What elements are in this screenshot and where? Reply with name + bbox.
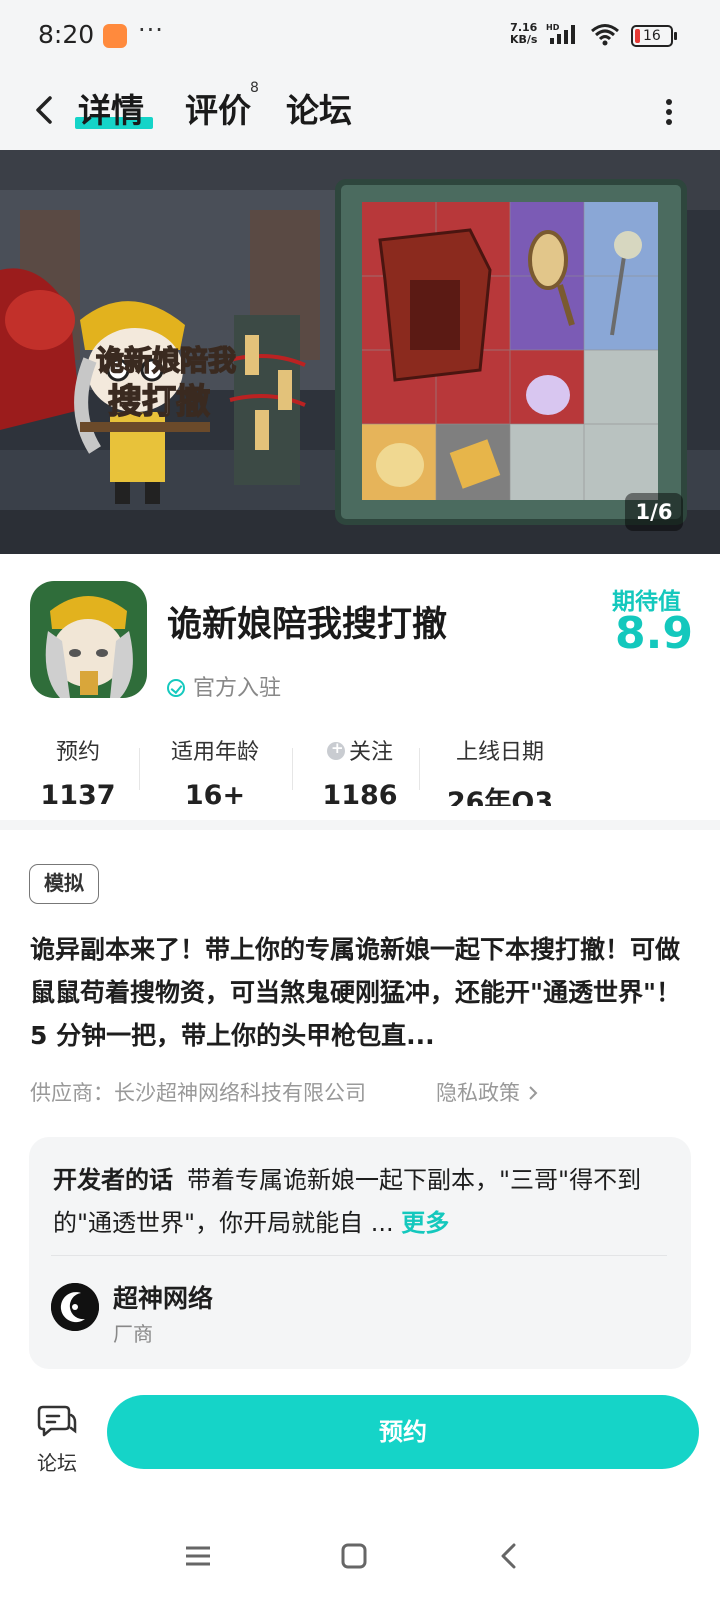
privacy-policy-link[interactable]: 隐私政策 — [436, 1077, 539, 1107]
genre-tag[interactable]: 模拟 — [29, 864, 99, 904]
banner-game-logo: 诡新娘陪我 搜打撤 — [88, 335, 258, 425]
developer-words[interactable]: 开发者的话 带着专属诡新娘一起下副本，"三哥"得不到的"通透世界"，你开局就能自 … — [53, 1159, 673, 1245]
carousel-page-indicator: 1/6 — [625, 493, 683, 531]
forum-button-label: 论坛 — [37, 1451, 77, 1475]
tab-reviews-count: 8 — [250, 80, 259, 96]
stat-value: 26年Q3 — [446, 787, 554, 806]
verified-label: 官方入驻 — [193, 676, 282, 701]
status-time: 8:20 — [38, 20, 95, 49]
forum-button[interactable]: 论坛 — [28, 1403, 86, 1483]
stat-followers[interactable]: 关注 1186 — [310, 734, 410, 806]
banner-logo-line2: 搜打撤 — [108, 382, 210, 422]
privacy-policy-label: 隐私政策 — [436, 1081, 520, 1105]
developer-avatar[interactable] — [51, 1283, 99, 1331]
banner-logo-line1: 诡新娘陪我 — [96, 344, 236, 377]
home-icon[interactable] — [340, 1542, 368, 1574]
expectation-score-value: 8.9 — [615, 608, 693, 659]
status-bar: 8:20 ··· 7.16 KB/s HD 16 — [0, 0, 720, 72]
game-description[interactable]: 诡异副本来了！带上你的专属诡新娘一起下本搜打撤！可做鼠鼠苟着搜物资，可当煞鬼硬刚… — [30, 928, 694, 1057]
developer-role: 厂商 — [113, 1322, 153, 1346]
stat-label: 预约 — [55, 740, 100, 765]
verified-badge: 官方入驻 — [167, 670, 281, 702]
screenshot-carousel[interactable]: 诡新娘陪我 搜打撤 1/6 — [0, 150, 720, 554]
tab-forum-label: 论坛 — [286, 91, 352, 130]
follow-icon — [326, 739, 345, 760]
top-nav-bar: 详情 评价 8 论坛 — [0, 72, 720, 150]
chevron-right-icon — [527, 1081, 539, 1105]
verified-check-icon — [167, 679, 185, 697]
system-navigation-bar — [0, 1520, 720, 1600]
divider — [51, 1255, 667, 1256]
section-divider — [0, 820, 720, 830]
stat-release-date: 上线日期 26年Q3 — [440, 734, 560, 806]
stat-label: 关注 — [348, 740, 393, 765]
signal-icon: HD — [546, 22, 582, 50]
app-icon — [30, 581, 147, 698]
system-back-icon[interactable] — [496, 1542, 524, 1574]
supplier-info: 供应商：长沙超神网络科技有限公司 — [30, 1081, 366, 1105]
developer-words-title: 开发者的话 — [53, 1166, 173, 1194]
tab-reviews[interactable]: 评价 — [185, 84, 251, 132]
stat-reservations: 预约 1137 — [38, 734, 118, 806]
more-notifications-icon: ··· — [138, 16, 164, 44]
menu-icon[interactable] — [184, 1542, 212, 1574]
developer-card: 开发者的话 带着专属诡新娘一起下副本，"三哥"得不到的"通透世界"，你开局就能自 … — [29, 1137, 691, 1369]
stat-label: 上线日期 — [455, 740, 544, 765]
developer-words-more-button[interactable]: 更多 — [401, 1209, 449, 1237]
stat-label: 适用年龄 — [170, 740, 259, 765]
stat-divider — [139, 748, 140, 790]
network-speed-unit: KB/s — [510, 33, 538, 46]
battery-level: 16 — [643, 28, 661, 44]
network-speed: 7.16 KB/s — [510, 22, 537, 46]
stat-divider — [292, 748, 293, 790]
signal-hd-label: HD — [546, 23, 560, 32]
forum-chat-icon — [37, 1405, 77, 1437]
back-icon[interactable] — [30, 90, 66, 130]
notification-app-icon — [103, 24, 127, 48]
stat-value: 1137 — [40, 780, 116, 806]
stat-divider — [419, 748, 420, 790]
stat-value: 16+ — [184, 780, 246, 806]
app-title: 诡新娘陪我搜打撤 — [167, 605, 448, 645]
wifi-icon — [590, 22, 620, 52]
tab-forum[interactable]: 论坛 — [286, 84, 352, 132]
stat-value: 1186 — [322, 780, 398, 806]
battery-level-fill — [635, 29, 640, 43]
reserve-button[interactable]: 预约 — [107, 1395, 699, 1469]
battery-icon: 16 — [631, 25, 677, 47]
more-options-icon[interactable] — [664, 92, 674, 132]
tab-details-label: 详情 — [78, 91, 144, 130]
stat-age-rating: 适用年龄 16+ — [160, 734, 270, 806]
tab-reviews-label: 评价 — [185, 91, 251, 130]
tab-details[interactable]: 详情 — [75, 84, 153, 132]
developer-name[interactable]: 超神网络 — [113, 1279, 213, 1315]
